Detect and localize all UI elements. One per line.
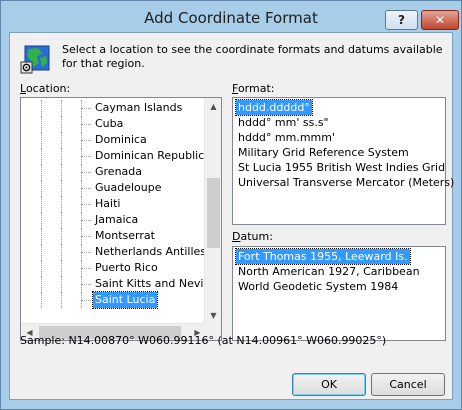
scroll-down-arrow-icon[interactable]: ▼ <box>205 307 221 324</box>
location-item-label: Saint Kitts and Nevis <box>95 277 210 290</box>
location-item-label: Dominica <box>95 133 147 146</box>
location-item[interactable]: Jamaica <box>21 212 211 228</box>
tree-guide-line <box>61 244 62 260</box>
tree-guide-line <box>61 100 62 116</box>
datum-item[interactable]: North American 1927, Caribbean <box>236 264 422 279</box>
tree-branch-line <box>81 204 91 205</box>
tree-guide-line <box>41 276 42 292</box>
tree-branch-line <box>81 140 91 141</box>
location-item-label: Netherlands Antilles <box>95 245 207 258</box>
location-tree[interactable]: Cayman Islands Cuba Dominica Dominican Repu… <box>20 97 222 341</box>
location-item[interactable]: Puerto Rico <box>21 260 211 276</box>
location-item[interactable]: Cayman Islands <box>21 100 211 116</box>
tree-branch-line <box>81 220 91 221</box>
location-label: Location: <box>20 82 71 95</box>
datum-item[interactable]: World Geodetic System 1984 <box>236 279 400 294</box>
location-item-label: Cuba <box>95 117 124 130</box>
tree-guide-line <box>41 116 42 132</box>
format-item[interactable]: St Lucia 1955 British West Indies Grid <box>236 160 447 175</box>
dialog-window: Add Coordinate Format ? ✕ Select a locat… <box>0 0 462 410</box>
help-button[interactable]: ? <box>385 10 418 30</box>
tree-guide-line <box>61 212 62 228</box>
format-item[interactable]: hddd.ddddd° <box>235 99 313 116</box>
tree-guide-line <box>61 180 62 196</box>
tree-guide-line <box>41 164 42 180</box>
vertical-scroll-thumb[interactable] <box>207 178 220 248</box>
tree-branch-line <box>81 300 91 301</box>
location-item[interactable]: Netherlands Antilles <box>21 244 211 260</box>
cancel-button[interactable]: Cancel <box>371 373 445 396</box>
tree-branch-line <box>81 156 91 157</box>
location-item[interactable]: Dominican Republic <box>21 148 211 164</box>
location-item-label: Grenada <box>95 165 143 178</box>
tree-guide-line <box>41 228 42 244</box>
tree-branch-line <box>81 252 91 253</box>
location-item[interactable]: Grenada <box>21 164 211 180</box>
location-vertical-scrollbar[interactable]: ▲ ▼ <box>204 98 221 324</box>
tree-guide-line <box>61 116 62 132</box>
tree-guide-line <box>61 196 62 212</box>
location-item-label: Dominican Republic <box>95 149 205 162</box>
tree-guide-line <box>41 244 42 260</box>
close-button[interactable]: ✕ <box>421 10 459 30</box>
location-item[interactable]: Saint Kitts and Nevis <box>21 276 211 292</box>
format-item[interactable]: Universal Transverse Mercator (Meters) <box>236 175 456 190</box>
tree-guide-line <box>61 292 62 308</box>
sample-coordinates-text: Sample: N14.00870° W060.99116° (at N14.0… <box>20 334 387 347</box>
ok-button[interactable]: OK <box>292 373 366 396</box>
tree-branch-line <box>81 236 91 237</box>
instruction-text: Select a location to see the coordinate … <box>62 43 443 70</box>
tree-guide-line <box>41 100 42 116</box>
datum-label: Datum: <box>232 230 273 243</box>
location-item[interactable]: Saint Lucia <box>21 291 211 309</box>
title-bar[interactable]: Add Coordinate Format ? ✕ <box>1 1 461 32</box>
tree-guide-line <box>41 132 42 148</box>
tree-guide-line <box>61 260 62 276</box>
format-list[interactable]: hddd.ddddd° hddd° mm' ss.s" hddd° mm.mmm' M… <box>232 97 454 225</box>
tree-guide-line <box>61 164 62 180</box>
tree-branch-line <box>81 268 91 269</box>
tree-guide-line <box>61 132 62 148</box>
format-item[interactable]: hddd° mm' ss.s" <box>236 115 331 130</box>
location-item[interactable]: Montserrat <box>21 228 211 244</box>
tree-branch-line <box>81 108 91 109</box>
tree-guide-line <box>41 212 42 228</box>
tree-guide-line <box>41 148 42 164</box>
location-item-label: Haiti <box>95 197 121 210</box>
tree-guide-line <box>61 228 62 244</box>
tree-guide-line <box>41 260 42 276</box>
tree-guide-line <box>61 276 62 292</box>
location-item[interactable]: Haiti <box>21 196 211 212</box>
scroll-up-arrow-icon[interactable]: ▲ <box>205 98 221 115</box>
tree-branch-line <box>81 284 91 285</box>
location-item-label: Montserrat <box>95 229 155 242</box>
location-item-label: Jamaica <box>95 213 139 226</box>
tree-guide-line <box>41 292 42 308</box>
location-item[interactable]: Cuba <box>21 116 211 132</box>
globe-map-icon <box>20 45 50 74</box>
tree-guide-line <box>61 148 62 164</box>
tree-branch-line <box>81 188 91 189</box>
location-item[interactable]: Guadeloupe <box>21 180 211 196</box>
tree-branch-line <box>81 124 91 125</box>
datum-list[interactable]: Fort Thomas 1955, Leeward Is. North Ameri… <box>232 246 446 341</box>
tree-guide-line <box>41 180 42 196</box>
format-item[interactable]: Military Grid Reference System <box>236 145 411 160</box>
dialog-body: Select a location to see the coordinate … <box>9 32 454 400</box>
location-item[interactable]: Dominica <box>21 132 211 148</box>
location-item-label: Saint Lucia <box>91 291 159 309</box>
tree-guide-line <box>41 196 42 212</box>
location-item-label: Cayman Islands <box>95 101 183 114</box>
datum-item[interactable]: Fort Thomas 1955, Leeward Is. <box>235 248 411 265</box>
location-item-label: Guadeloupe <box>95 181 162 194</box>
location-item-label: Puerto Rico <box>95 261 158 274</box>
format-item[interactable]: hddd° mm.mmm' <box>236 130 337 145</box>
format-label: Format: <box>232 82 275 95</box>
tree-branch-line <box>81 172 91 173</box>
